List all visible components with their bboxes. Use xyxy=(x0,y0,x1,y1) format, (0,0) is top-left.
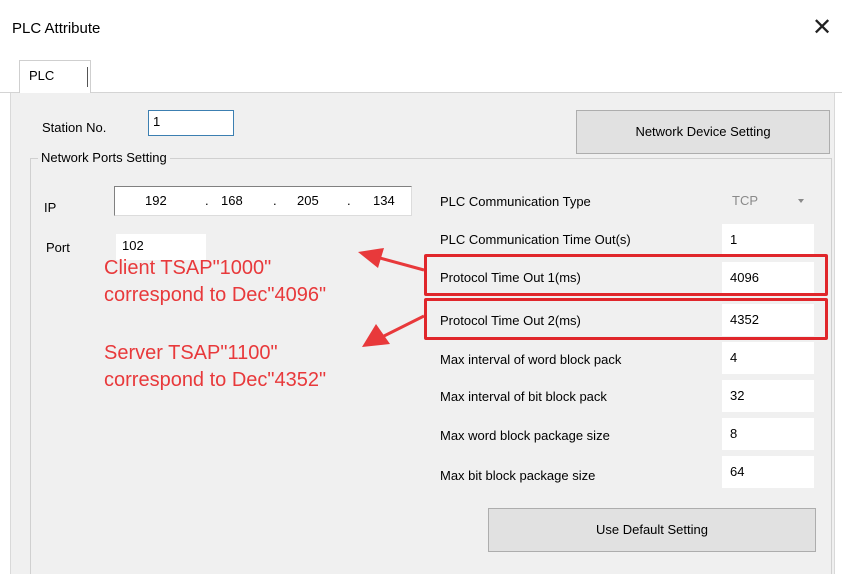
highlight-protocol-timeout-2 xyxy=(424,298,828,340)
plc-attribute-dialog: PLC Attribute ✕ PLC Station No. 1 Networ… xyxy=(0,0,842,574)
close-icon[interactable]: ✕ xyxy=(808,14,836,42)
tab-underline xyxy=(0,92,842,93)
title-bar: PLC Attribute ✕ xyxy=(0,0,842,60)
client-tsap-note-line1: Client TSAP"1000" xyxy=(104,257,272,279)
tab-plc-label: PLC xyxy=(29,68,55,83)
tab-plc[interactable]: PLC xyxy=(19,60,91,93)
ip-label: IP xyxy=(44,200,57,215)
ip-octet-1[interactable]: 192 xyxy=(145,193,167,208)
dialog-title: PLC Attribute xyxy=(12,20,101,37)
max-word-size-label: Max word block package size xyxy=(440,428,610,443)
ip-dot-1: . xyxy=(205,193,209,208)
highlight-protocol-timeout-1 xyxy=(424,254,828,296)
max-word-size-input[interactable]: 8 xyxy=(722,418,814,450)
server-tsap-note-line2: correspond to Dec"4352" xyxy=(104,369,327,391)
use-default-setting-button[interactable]: Use Default Setting xyxy=(488,508,816,552)
station-no-input[interactable]: 1 xyxy=(148,110,234,136)
max-bit-size-label: Max bit block package size xyxy=(440,468,596,483)
comm-type-label: PLC Communication Type xyxy=(440,194,591,209)
network-ports-title: Network Ports Setting xyxy=(38,150,170,165)
tab-separator xyxy=(87,67,88,87)
comm-timeout-label: PLC Communication Time Out(s) xyxy=(440,232,631,247)
ip-dot-2: . xyxy=(273,193,277,208)
comm-type-select[interactable]: TCP xyxy=(722,186,814,218)
tab-bar: PLC xyxy=(0,60,842,93)
ip-octet-3[interactable]: 205 xyxy=(297,193,319,208)
port-label: Port xyxy=(46,240,70,255)
ip-octet-4[interactable]: 134 xyxy=(373,193,395,208)
max-interval-word-label: Max interval of word block pack xyxy=(440,352,622,367)
max-interval-word-input[interactable]: 4 xyxy=(722,342,814,374)
client-tsap-note-line2: correspond to Dec"4096" xyxy=(104,284,327,306)
ip-octet-2[interactable]: 168 xyxy=(221,193,243,208)
server-tsap-note-line1: Server TSAP"1100" xyxy=(104,342,278,364)
comm-type-value: TCP xyxy=(732,193,758,208)
max-interval-bit-label: Max interval of bit block pack xyxy=(440,389,607,404)
ip-dot-3: . xyxy=(347,193,351,208)
dropdown-arrow-icon xyxy=(798,199,804,203)
max-interval-bit-input[interactable]: 32 xyxy=(722,380,814,412)
network-device-setting-button[interactable]: Network Device Setting xyxy=(576,110,830,154)
ip-address-input[interactable]: 192 . 168 . 205 . 134 xyxy=(114,186,412,216)
station-no-label: Station No. xyxy=(42,120,107,135)
max-bit-size-input[interactable]: 64 xyxy=(722,456,814,488)
comm-timeout-input[interactable]: 1 xyxy=(722,224,814,256)
